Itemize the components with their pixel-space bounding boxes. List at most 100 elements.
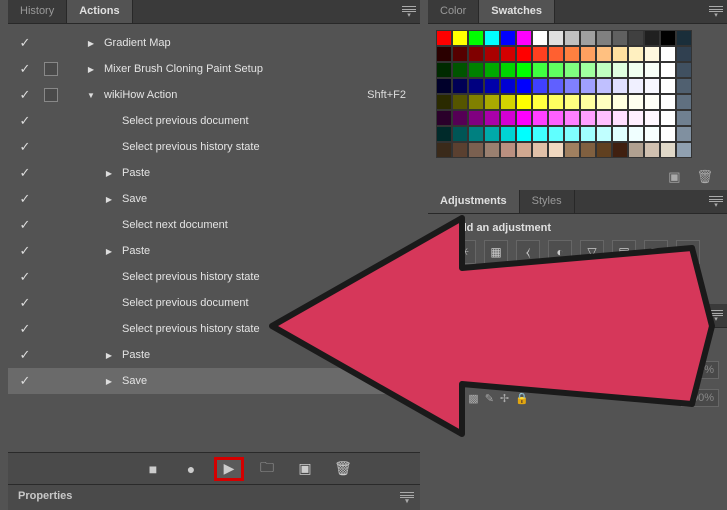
filter-image-icon[interactable]: ▢ [492,336,502,349]
swatch[interactable] [516,126,532,142]
swatch[interactable] [644,78,660,94]
swatch[interactable] [580,94,596,110]
swatch[interactable] [596,94,612,110]
color-lookup-icon[interactable]: ▦ [484,272,508,296]
swatch[interactable] [596,62,612,78]
swatch[interactable] [596,126,612,142]
expand-triangle[interactable] [100,351,118,360]
swatch[interactable] [436,46,452,62]
action-row[interactable]: ✓Select previous document [8,108,420,134]
action-row[interactable]: ✓Save [8,368,420,394]
play-button[interactable]: ▶ [214,457,244,481]
swatch[interactable] [676,62,692,78]
action-row[interactable]: ✓Select previous history state [8,316,420,342]
toggle-check[interactable]: ✓ [12,217,38,233]
panel-menu-icon[interactable]: ▾ [709,196,723,208]
swatch[interactable] [500,126,516,142]
swatch[interactable] [436,78,452,94]
vibrance-icon[interactable]: ▽ [580,240,604,264]
swatch[interactable] [676,126,692,142]
swatch[interactable] [548,94,564,110]
fill-value[interactable]: 100% [681,389,719,407]
toggle-check[interactable]: ✓ [12,321,38,337]
new-action-button[interactable]: ▣ [290,457,320,481]
swatch[interactable] [548,110,564,126]
swatch[interactable] [484,30,500,46]
new-swatch-icon[interactable]: ▣ [668,169,680,185]
swatch[interactable] [436,30,452,46]
expand-triangle[interactable] [100,169,118,178]
action-row[interactable]: ✓Paste [8,160,420,186]
action-row[interactable]: ✓Select next document [8,212,420,238]
swatch[interactable] [516,94,532,110]
swatch[interactable] [436,126,452,142]
swatch[interactable] [596,142,612,158]
swatch[interactable] [660,142,676,158]
swatch[interactable] [596,78,612,94]
swatch[interactable] [612,142,628,158]
swatch[interactable] [532,142,548,158]
new-set-button[interactable]: 🗀 [252,457,282,481]
swatch[interactable] [436,62,452,78]
swatch[interactable] [484,110,500,126]
swatch[interactable] [596,110,612,126]
tab-adjustments[interactable]: Adjustments [428,190,520,213]
filter-shape-icon[interactable]: ▱ [534,336,542,349]
swatch[interactable] [612,62,628,78]
swatch[interactable] [580,62,596,78]
delete-button[interactable]: 🗑 [328,457,358,481]
swatch[interactable] [500,78,516,94]
swatch[interactable] [548,142,564,158]
swatch[interactable] [436,110,452,126]
swatch[interactable] [660,94,676,110]
swatch[interactable] [484,142,500,158]
toggle-check[interactable]: ✓ [12,165,38,181]
panel-menu-icon[interactable]: ▾ [709,6,723,18]
swatch[interactable] [564,78,580,94]
curves-icon[interactable]: ⧼ [516,240,540,264]
swatch[interactable] [580,110,596,126]
filter-type-icon[interactable]: T [521,336,528,348]
swatch[interactable] [532,62,548,78]
swatch[interactable] [660,46,676,62]
swatch[interactable] [564,30,580,46]
lock-paint-icon[interactable]: ✎ [485,392,494,405]
swatch[interactable] [484,62,500,78]
toggle-check[interactable]: ✓ [12,295,38,311]
swatch[interactable] [468,94,484,110]
swatch[interactable] [484,78,500,94]
swatch[interactable] [676,30,692,46]
exposure-icon[interactable]: ◐ [548,240,572,264]
swatch[interactable] [676,78,692,94]
toggle-check[interactable]: ✓ [12,61,38,77]
record-button[interactable]: ● [176,457,206,481]
gradient-map-icon[interactable]: ▬ [612,272,636,296]
tab-actions[interactable]: Actions [67,0,132,23]
swatch[interactable] [676,142,692,158]
toggle-check[interactable]: ✓ [12,373,38,389]
action-row[interactable]: ✓Select previous history state [8,264,420,290]
toggle-check[interactable]: ✓ [12,113,38,129]
blend-mode-dropdown[interactable]: Normal [436,360,526,380]
expand-triangle[interactable] [100,195,118,204]
swatch[interactable] [484,94,500,110]
stop-button[interactable]: ■ [138,457,168,481]
swatch[interactable] [612,46,628,62]
toggle-check[interactable]: ✓ [12,139,38,155]
swatch[interactable] [564,142,580,158]
panel-menu-icon[interactable]: ▾ [402,6,416,18]
photo-filter-icon[interactable]: ◉ [676,240,700,264]
swatch[interactable] [628,46,644,62]
swatch[interactable] [500,94,516,110]
swatch[interactable] [516,62,532,78]
swatch[interactable] [516,142,532,158]
swatch[interactable] [532,110,548,126]
swatch[interactable] [548,46,564,62]
swatch[interactable] [452,30,468,46]
toggle-check[interactable]: ✓ [12,191,38,207]
levels-icon[interactable]: ▦ [484,240,508,264]
delete-swatch-icon[interactable]: 🗑 [696,169,713,185]
tab-history[interactable]: History [8,0,67,23]
swatch[interactable] [564,94,580,110]
swatch[interactable] [628,30,644,46]
